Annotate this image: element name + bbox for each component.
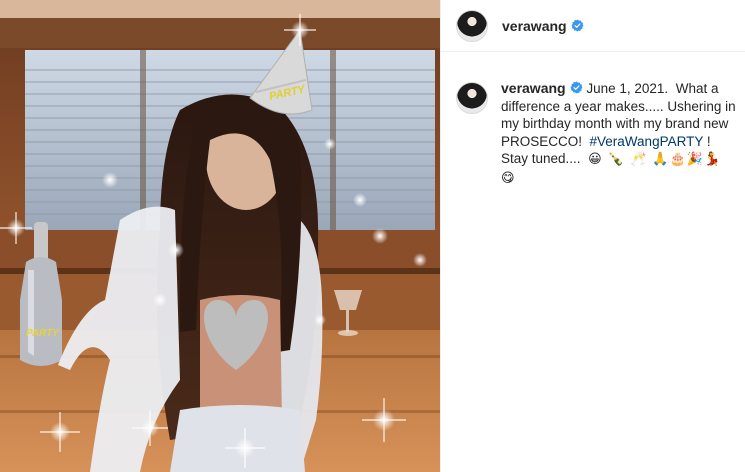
post-header: verawang	[441, 0, 745, 52]
photo-scene: PARTY PARTY	[0, 0, 440, 472]
caption-date: June 1, 2021.	[586, 81, 669, 96]
post-caption: verawang June 1, 2021. What a difference…	[456, 80, 736, 187]
caption-avatar[interactable]	[456, 82, 488, 114]
post-photo[interactable]: PARTY PARTY	[0, 0, 440, 472]
caption-hashtag[interactable]: #VeraWangPARTY	[590, 134, 704, 149]
caption-username[interactable]: verawang	[501, 80, 566, 96]
instagram-post: PARTY PARTY verawang verawang June 1, 20…	[0, 0, 745, 472]
avatar[interactable]	[456, 9, 488, 42]
header-username[interactable]: verawang	[502, 18, 567, 34]
svg-text:PARTY: PARTY	[26, 328, 60, 339]
caption-verified-badge-icon	[570, 81, 583, 94]
caption-text: verawang June 1, 2021. What a difference…	[501, 80, 736, 187]
verified-badge-icon	[571, 19, 584, 32]
post-side-panel: verawang verawang June 1, 2021. What a d…	[440, 0, 745, 472]
